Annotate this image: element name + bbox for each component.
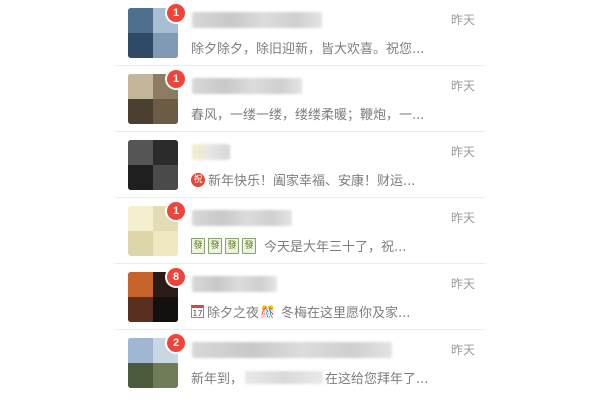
mahjong-fa-tile-icon: 發 bbox=[242, 237, 256, 254]
contact-name-redacted bbox=[192, 210, 292, 226]
mahjong-fa-tile-icon: 發 bbox=[191, 237, 205, 254]
chat-row[interactable]: 1 昨天 春风，一缕一缕，缕缕柔暖；鞭炮，一... bbox=[115, 66, 485, 132]
message-time: 昨天 bbox=[450, 277, 475, 291]
chat-list: 1 昨天 除夕除夕，除旧迎新，皆大欢喜。祝您... 1 昨天 春风，一缕一缕，缕… bbox=[115, 0, 485, 400]
unread-badge: 1 bbox=[167, 70, 185, 88]
message-preview-text: 今天是大年三十了，祝... bbox=[264, 240, 407, 255]
message-preview-text: 除夕之夜 bbox=[207, 306, 260, 321]
redacted-text bbox=[245, 371, 324, 384]
contact-name-redacted bbox=[192, 144, 230, 160]
message-time: 昨天 bbox=[450, 211, 475, 225]
message-preview-text: 新年快乐！阖家幸福、安康！财运... bbox=[208, 174, 416, 189]
contact-name-redacted bbox=[192, 342, 392, 358]
contact-name-redacted bbox=[192, 276, 277, 292]
message-time: 昨天 bbox=[450, 343, 475, 357]
message-preview: 發 發 發 發 今天是大年三十了，祝... bbox=[191, 236, 431, 255]
unread-badge: 2 bbox=[167, 334, 185, 352]
message-preview-text: 春风，一缕一缕，缕缕柔暖；鞭炮，一... bbox=[191, 108, 425, 123]
chat-row[interactable]: 8 昨天 17 除夕之夜 🎊 冬梅在这里愿你及家... bbox=[115, 264, 485, 330]
blessing-icon: 祝 bbox=[191, 172, 205, 187]
unread-badge: 1 bbox=[167, 202, 185, 220]
firework-emoji-icon: 🎊 bbox=[260, 304, 275, 319]
message-preview: 17 除夕之夜 🎊 冬梅在这里愿你及家... bbox=[191, 302, 431, 321]
mahjong-fa-tile-icon: 發 bbox=[208, 237, 222, 254]
chat-row[interactable]: 2 昨天 新年到， 在这给您拜年了... bbox=[115, 330, 485, 396]
message-time: 昨天 bbox=[450, 13, 475, 27]
message-preview-text: 新年到， bbox=[191, 372, 244, 387]
message-preview: 春风，一缕一缕，缕缕柔暖；鞭炮，一... bbox=[191, 104, 431, 123]
unread-badge: 8 bbox=[167, 268, 185, 286]
message-preview: 祝 新年快乐！阖家幸福、安康！财运... bbox=[191, 170, 431, 189]
message-preview-rest: 在这给您拜年了... bbox=[325, 372, 429, 387]
message-preview: 新年到， 在这给您拜年了... bbox=[191, 368, 431, 387]
message-preview-text: 除夕除夕，除旧迎新，皆大欢喜。祝您... bbox=[191, 42, 425, 57]
message-preview: 除夕除夕，除旧迎新，皆大欢喜。祝您... bbox=[191, 38, 431, 57]
message-preview-rest: 冬梅在这里愿你及家... bbox=[280, 306, 411, 321]
message-time: 昨天 bbox=[450, 79, 475, 93]
unread-badge: 1 bbox=[167, 4, 185, 22]
contact-name-redacted bbox=[192, 12, 322, 28]
calendar-icon: 17 bbox=[191, 305, 204, 318]
chat-row[interactable]: 昨天 祝 新年快乐！阖家幸福、安康！财运... bbox=[115, 132, 485, 198]
contact-name-redacted bbox=[192, 78, 302, 94]
message-time: 昨天 bbox=[450, 145, 475, 159]
mahjong-fa-tile-icon: 發 bbox=[225, 237, 239, 254]
avatar[interactable] bbox=[128, 140, 178, 190]
chat-row[interactable]: 1 昨天 除夕除夕，除旧迎新，皆大欢喜。祝您... bbox=[115, 0, 485, 66]
chat-row[interactable]: 1 昨天 發 發 發 發 今天是大年三十了，祝... bbox=[115, 198, 485, 264]
